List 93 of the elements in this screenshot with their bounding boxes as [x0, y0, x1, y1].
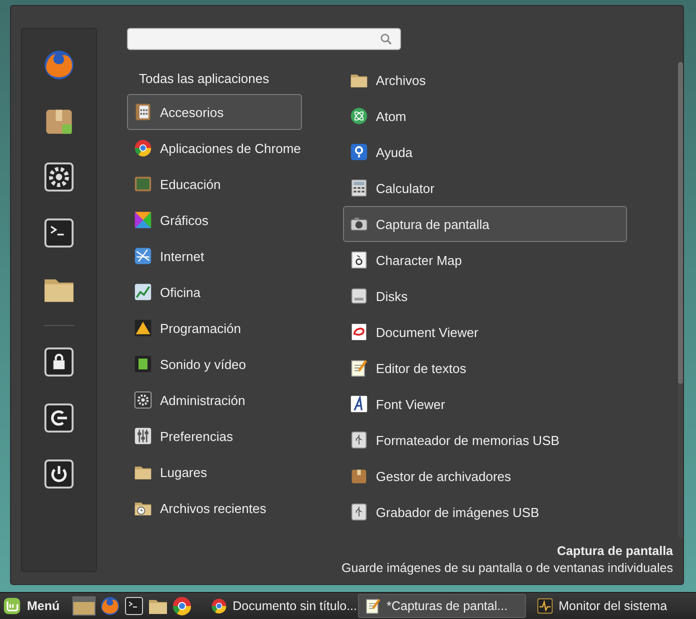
- window-button[interactable]: *Capturas de pantal...: [358, 594, 526, 618]
- category-label: Archivos recientes: [160, 500, 266, 516]
- chart-icon: [134, 283, 152, 301]
- app-label: Disks: [376, 288, 408, 304]
- sliders-icon: [134, 427, 152, 445]
- category-item[interactable]: Educación: [127, 166, 302, 202]
- chrome-icon: [134, 139, 152, 157]
- power-icon[interactable]: [43, 458, 75, 490]
- usb-drive-icon: [350, 503, 368, 521]
- category-item[interactable]: Administración: [127, 382, 302, 418]
- app-label: Font Viewer: [376, 396, 446, 412]
- scrollbar-track[interactable]: [678, 62, 683, 538]
- menu-button[interactable]: Menú: [3, 594, 68, 618]
- description-text: Guarde imágenes de su pantalla o de ventanas individuales: [342, 561, 673, 575]
- calculator-icon: [134, 103, 152, 121]
- character-tile-icon: [350, 251, 368, 269]
- terminal-icon[interactable]: [43, 217, 75, 249]
- category-item[interactable]: Sonido y vídeo: [127, 346, 302, 382]
- app-label: Archivos: [376, 72, 426, 88]
- category-item[interactable]: Gráficos: [127, 202, 302, 238]
- font-icon: [350, 395, 368, 413]
- logout-icon[interactable]: [43, 402, 75, 434]
- chalkboard-icon: [134, 175, 152, 193]
- app-item[interactable]: Editor de textos: [342, 350, 627, 386]
- category-item[interactable]: Aplicaciones de Chrome: [127, 130, 302, 166]
- window-button[interactable]: Documento sin título...: [204, 594, 354, 618]
- category-label: Educación: [160, 176, 221, 192]
- warning-sign-icon: [134, 319, 152, 337]
- scrollbar-thumb[interactable]: [678, 62, 683, 384]
- category-label: Sonido y vídeo: [160, 356, 246, 372]
- app-item[interactable]: Grabador de imágenes USB: [342, 494, 627, 530]
- app-item[interactable]: Ayuda: [342, 134, 627, 170]
- calculator-icon: [350, 179, 368, 197]
- app-label: Grabador de imágenes USB: [376, 504, 540, 520]
- drawer-icon[interactable]: [72, 595, 96, 617]
- category-item[interactable]: Programación: [127, 310, 302, 346]
- camera-icon: [350, 215, 368, 233]
- color-wheel-icon: [134, 211, 152, 229]
- usb-stick-icon: [350, 431, 368, 449]
- terminal-icon[interactable]: [124, 596, 144, 616]
- category-item[interactable]: Oficina: [127, 274, 302, 310]
- description-title: Captura de pantalla: [557, 544, 673, 558]
- window-button[interactable]: Monitor del sistema: [530, 594, 686, 618]
- archive-box-icon: [350, 467, 368, 485]
- category-label: Programación: [160, 320, 241, 336]
- category-item[interactable]: Preferencias: [127, 418, 302, 454]
- app-item[interactable]: Formateador de memorias USB: [342, 422, 627, 458]
- app-item[interactable]: Atom: [342, 98, 627, 134]
- category-label: Aplicaciones de Chrome: [160, 140, 301, 156]
- app-item[interactable]: Font Viewer: [342, 386, 627, 422]
- app-label: Atom: [376, 108, 406, 124]
- app-label: Document Viewer: [376, 324, 478, 340]
- notepad-pencil-icon: [350, 359, 368, 377]
- category-item[interactable]: Archivos recientes: [127, 490, 302, 526]
- category-header: Todas las aplicaciones: [138, 70, 270, 88]
- app-item[interactable]: Document Viewer: [342, 314, 627, 350]
- search-field[interactable]: [127, 28, 401, 50]
- app-label: Gestor de archivadores: [376, 468, 512, 484]
- lock-icon[interactable]: [43, 346, 75, 378]
- app-item[interactable]: Disks: [342, 278, 627, 314]
- app-item[interactable]: Calculator: [342, 170, 627, 206]
- app-label: Formateador de memorias USB: [376, 432, 560, 448]
- category-label: Internet: [160, 248, 204, 264]
- app-label: Ayuda: [376, 144, 413, 160]
- category-item[interactable]: Accesorios: [127, 94, 302, 130]
- atom-icon: [350, 107, 368, 125]
- notepad-pencil-icon: [364, 598, 381, 614]
- app-label: Captura de pantalla: [376, 216, 490, 232]
- app-label: Calculator: [376, 180, 434, 196]
- app-item[interactable]: Archivos: [342, 62, 627, 98]
- document-viewer-icon: [350, 323, 368, 341]
- category-item[interactable]: Lugares: [127, 454, 302, 490]
- category-label: Accesorios: [160, 104, 224, 120]
- settings-icon[interactable]: [43, 161, 75, 193]
- pulse-monitor-icon: [536, 598, 553, 614]
- gear-icon: [134, 391, 152, 409]
- category-label: Administración: [160, 392, 246, 408]
- search-icon: [380, 33, 392, 45]
- film-icon: [134, 355, 152, 373]
- app-item[interactable]: Character Map: [342, 242, 627, 278]
- category-item[interactable]: Internet: [127, 238, 302, 274]
- network-icon: [134, 247, 152, 265]
- app-item[interactable]: Gestor de archivadores: [342, 458, 627, 494]
- app-item[interactable]: Captura de pantalla: [342, 206, 627, 242]
- category-label: Preferencias: [160, 428, 233, 444]
- disk-drive-icon: [350, 287, 368, 305]
- app-label: Editor de textos: [376, 360, 466, 376]
- category-label: Lugares: [160, 464, 207, 480]
- category-label: Oficina: [160, 284, 200, 300]
- chrome-icon: [210, 598, 227, 614]
- category-label: Gráficos: [160, 212, 208, 228]
- chrome-icon[interactable]: [172, 596, 192, 616]
- app-label: Character Map: [376, 252, 462, 268]
